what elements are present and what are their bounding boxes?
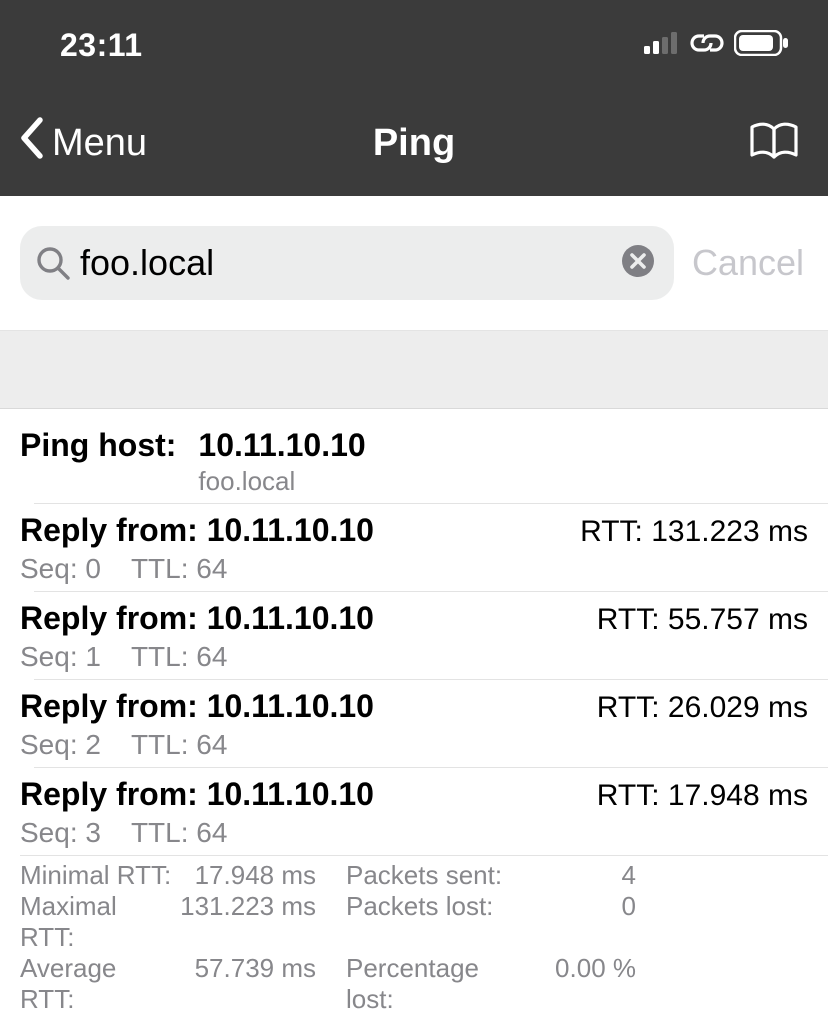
stat-min-label: Minimal RTT:	[20, 860, 176, 891]
reply-seq: Seq: 1	[20, 641, 101, 673]
ping-host-row: Ping host: 10.11.10.10 foo.local	[20, 409, 808, 503]
reply-row: Reply from: 10.11.10.10 RTT: 26.029 ms S…	[20, 680, 808, 767]
ping-results: Ping host: 10.11.10.10 foo.local Reply f…	[0, 409, 828, 1015]
reply-prefix: Reply from:	[20, 512, 207, 548]
reply-ttl: TTL: 64	[131, 641, 227, 673]
reply-seq: Seq: 2	[20, 729, 101, 761]
section-gap	[0, 331, 828, 409]
search-input[interactable]	[80, 242, 620, 284]
stat-pct-label: Percentage lost:	[316, 953, 506, 1015]
reply-row: Reply from: 10.11.10.10 RTT: 131.223 ms …	[20, 504, 808, 591]
ping-host-ip: 10.11.10.10	[198, 427, 365, 464]
stat-pct-value: 0.00 %	[506, 953, 636, 1015]
reply-ttl: TTL: 64	[131, 729, 227, 761]
status-time: 23:11	[60, 27, 143, 64]
page-title: Ping	[373, 122, 455, 165]
search-row: Cancel	[0, 196, 828, 331]
back-label: Menu	[52, 122, 147, 165]
reply-ip: 10.11.10.10	[207, 776, 374, 812]
stat-lost-label: Packets lost:	[316, 891, 506, 953]
reply-prefix: Reply from:	[20, 776, 207, 812]
ping-host-name: foo.local	[198, 466, 365, 497]
cancel-button[interactable]: Cancel	[692, 242, 808, 284]
stats-summary: Minimal RTT: 17.948 ms Packets sent: 4 M…	[20, 855, 828, 1015]
status-bar: 23:11	[0, 0, 828, 90]
reply-prefix: Reply from:	[20, 600, 207, 636]
reply-prefix: Reply from:	[20, 688, 207, 724]
status-icons	[644, 30, 790, 61]
search-icon	[36, 246, 70, 280]
stat-sent-value: 4	[506, 860, 636, 891]
reply-seq: Seq: 0	[20, 553, 101, 585]
back-button[interactable]: Menu	[18, 116, 147, 170]
nav-bar: Menu Ping	[0, 90, 828, 196]
stat-max-label: Maximal RTT:	[20, 891, 176, 953]
clear-circle-icon	[620, 243, 656, 284]
ping-host-label: Ping host:	[20, 427, 176, 464]
stat-lost-value: 0	[506, 891, 636, 953]
reply-rtt: RTT: 131.223 ms	[580, 515, 808, 549]
stat-avg-label: Average RTT:	[20, 953, 176, 1015]
bookmarks-button[interactable]	[748, 121, 800, 166]
chevron-left-icon	[18, 116, 48, 170]
stat-max-value: 131.223 ms	[176, 891, 316, 953]
reply-rtt: RTT: 26.029 ms	[597, 691, 808, 725]
reply-rtt: RTT: 17.948 ms	[597, 779, 808, 813]
reply-rtt: RTT: 55.757 ms	[597, 603, 808, 637]
stat-avg-value: 57.739 ms	[176, 953, 316, 1015]
reply-row: Reply from: 10.11.10.10 RTT: 55.757 ms S…	[20, 592, 808, 679]
stat-min-value: 17.948 ms	[176, 860, 316, 891]
stat-sent-label: Packets sent:	[316, 860, 506, 891]
reply-ttl: TTL: 64	[131, 553, 227, 585]
reply-ip: 10.11.10.10	[207, 600, 374, 636]
reply-seq: Seq: 3	[20, 817, 101, 849]
open-book-icon	[748, 121, 800, 166]
search-box[interactable]	[20, 226, 674, 300]
clear-search-button[interactable]	[620, 243, 656, 284]
reply-ttl: TTL: 64	[131, 817, 227, 849]
cellular-signal-icon	[644, 32, 680, 59]
battery-icon	[734, 30, 790, 61]
reply-ip: 10.11.10.10	[207, 512, 374, 548]
reply-row: Reply from: 10.11.10.10 RTT: 17.948 ms S…	[20, 768, 808, 855]
reply-ip: 10.11.10.10	[207, 688, 374, 724]
link-icon	[686, 31, 728, 60]
